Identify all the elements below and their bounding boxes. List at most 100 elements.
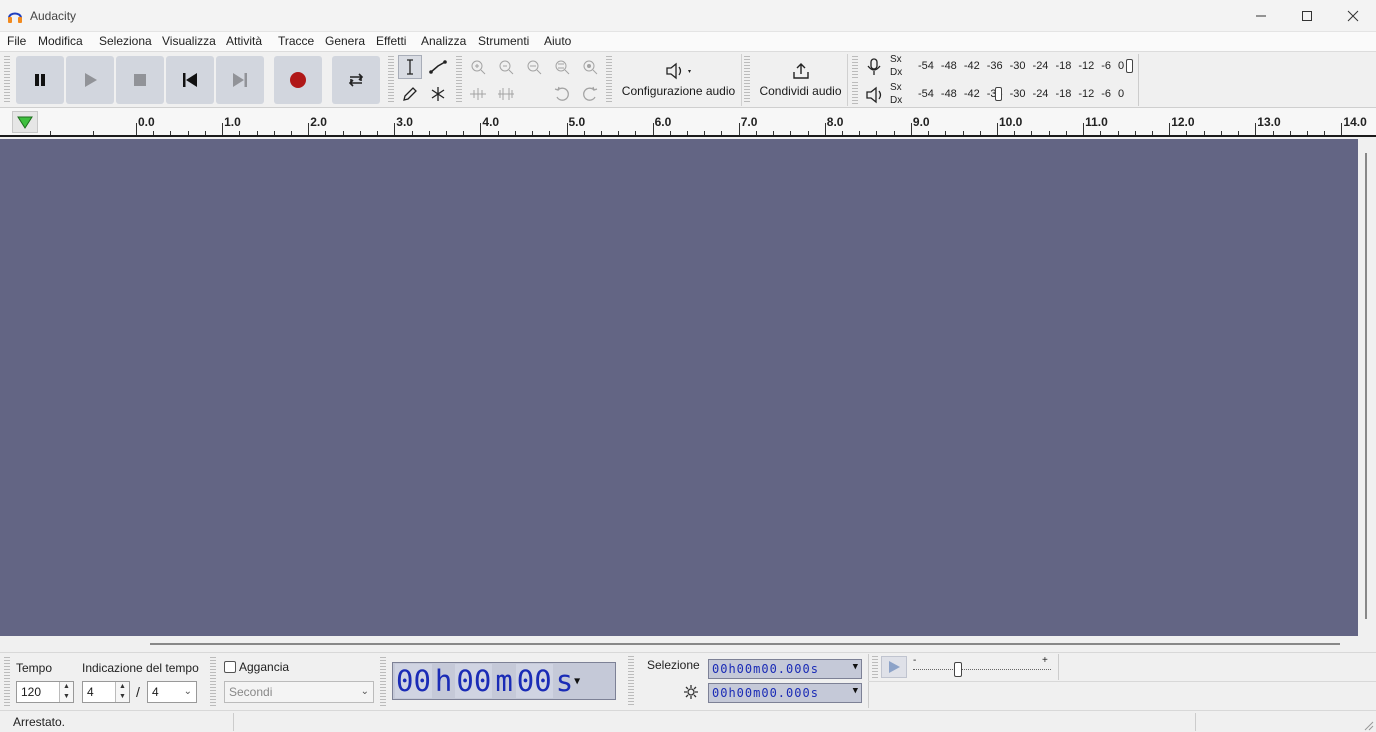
time-sig-upper-input[interactable]: 4 ▲ ▼ [82, 681, 130, 703]
loop-button[interactable] [332, 56, 380, 104]
draw-tool[interactable] [398, 82, 422, 106]
play-button[interactable] [66, 56, 114, 104]
time-format-dropdown-icon[interactable]: ▼ [574, 676, 580, 687]
record-button[interactable] [274, 56, 322, 104]
pause-button[interactable] [16, 56, 64, 104]
toolbar-grip[interactable] [210, 657, 216, 707]
toolbar-grip[interactable] [456, 56, 462, 104]
playback-meter-scale[interactable]: -54 -48 -42 -36 -30 -24 -18 -12 -6 0 [918, 88, 1131, 102]
menu-genera[interactable]: Genera [325, 34, 365, 48]
fit-selection-button[interactable] [522, 55, 546, 79]
fit-project-button[interactable] [550, 55, 574, 79]
speaker-icon[interactable] [865, 86, 885, 104]
track-area[interactable] [0, 139, 1358, 636]
toolbar-grip[interactable] [852, 82, 858, 104]
skip-to-end-button[interactable] [216, 56, 264, 104]
toolbar-grip[interactable] [4, 56, 10, 104]
snap-unit-select[interactable]: Secondi ⌄ [224, 681, 374, 703]
selection-start-time[interactable]: 00h00m00.000s ▼ [708, 659, 862, 679]
time-format-dropdown-icon[interactable]: ▼ [853, 686, 859, 696]
zoom-toggle-button[interactable] [578, 55, 602, 79]
tempo-input[interactable]: 120 ▲ ▼ [16, 681, 74, 703]
ruler-minor-tick [721, 131, 723, 135]
record-meter-scale[interactable]: -54 -48 -42 -36 -30 -24 -18 -12 -6 0 [918, 60, 1131, 74]
record-level-slider[interactable] [1126, 59, 1133, 73]
toolbar-grip[interactable] [628, 656, 634, 706]
timeline-options-button[interactable] [12, 111, 38, 133]
ruler-minor-tick [807, 131, 809, 135]
ruler-minor-tick [704, 131, 706, 135]
horizontal-scrollbar[interactable] [0, 636, 1376, 652]
stop-button[interactable] [116, 56, 164, 104]
time-format-dropdown-icon[interactable]: ▼ [853, 662, 859, 672]
audio-setup-button[interactable]: Configurazione audio [616, 54, 742, 106]
maximize-button[interactable] [1284, 0, 1330, 32]
zoom-toggle-icon [583, 60, 598, 75]
menu-modifica[interactable]: Modifica [38, 34, 83, 48]
snap-unit-value: Secondi [229, 685, 273, 699]
audio-position-display[interactable]: 00 h 00 m 00 s ▼ [392, 662, 616, 700]
zoom-fit-icon [555, 60, 570, 75]
zoom-in-button[interactable] [466, 55, 490, 79]
minimize-button[interactable] [1238, 0, 1284, 32]
snap-label[interactable]: Aggancia [239, 660, 289, 674]
meter-tick: -24 [1032, 88, 1049, 100]
gear-icon[interactable] [683, 684, 699, 700]
menu-seleziona[interactable]: Seleziona [99, 34, 152, 48]
meter-tick: -54 [918, 60, 934, 72]
speed-slider-track[interactable] [913, 669, 1051, 670]
menu-tracce[interactable]: Tracce [278, 34, 314, 48]
share-audio-button[interactable]: Condividi audio [754, 54, 848, 106]
toolbar-grip[interactable] [4, 657, 10, 707]
close-button[interactable] [1330, 0, 1376, 32]
ruler-minor-tick [687, 131, 689, 135]
menu-strumenti[interactable]: Strumenti [478, 34, 529, 48]
microphone-icon[interactable] [866, 58, 882, 76]
ruler-minor-tick [290, 131, 292, 135]
menu-file[interactable]: File [7, 34, 26, 48]
ruler-tick-label: 7.0 [740, 115, 758, 129]
ruler-tick-label: 12.0 [1171, 115, 1195, 129]
meter-tick: -24 [1032, 60, 1049, 72]
selection-end-time[interactable]: 00h00m00.000s ▼ [708, 683, 862, 703]
menu-analizza[interactable]: Analizza [421, 34, 466, 48]
skip-to-start-button[interactable] [166, 56, 214, 104]
menu-aiuto[interactable]: Aiuto [544, 34, 571, 48]
speed-slider-handle[interactable] [954, 662, 962, 677]
toolbar-grip[interactable] [388, 56, 394, 104]
vertical-scrollbar[interactable] [1358, 139, 1376, 636]
toolbar-grip[interactable] [606, 56, 612, 104]
ruler-major-tick [824, 123, 826, 135]
menu-attivita[interactable]: Attività [226, 34, 262, 48]
zoom-out-button[interactable] [494, 55, 518, 79]
ruler-major-tick [480, 123, 482, 135]
time-sig-stepper[interactable]: ▲ ▼ [115, 682, 129, 702]
menu-visualizza[interactable]: Visualizza [162, 34, 216, 48]
timeline-ruler[interactable]: 0.0 1.0 2.0 3.0 4.0 5.0 6.0 7.0 8.0 9.0 10.0 11.0 12… [0, 108, 1376, 137]
menu-effetti[interactable]: Effetti [376, 34, 406, 48]
envelope-tool[interactable] [426, 55, 450, 79]
playback-level-slider[interactable] [995, 87, 1002, 101]
scroll-thumb[interactable] [150, 643, 1340, 645]
ruler-tick-label: 14.0 [1343, 115, 1367, 129]
ruler-minor-tick [273, 131, 275, 135]
toolbar-grip[interactable] [852, 56, 858, 78]
selection-tool[interactable] [398, 55, 422, 79]
trim-button[interactable] [466, 82, 490, 106]
time-sig-lower-select[interactable]: 4 ⌄ [147, 681, 197, 703]
ruler-tick-label: 6.0 [654, 115, 672, 129]
toolbar-grip[interactable] [872, 656, 878, 678]
resize-grip-icon[interactable] [1362, 719, 1374, 731]
hours-unit: h [434, 664, 453, 698]
silence-button[interactable] [494, 82, 518, 106]
ruler-minor-tick [170, 131, 172, 135]
toolbar-grip[interactable] [744, 56, 750, 104]
scroll-thumb[interactable] [1365, 153, 1367, 619]
undo-button[interactable] [550, 82, 574, 106]
play-at-speed-button[interactable] [881, 656, 907, 678]
tempo-stepper[interactable]: ▲ ▼ [59, 682, 73, 702]
snap-checkbox[interactable] [224, 661, 236, 673]
multi-tool[interactable] [426, 82, 450, 106]
redo-button[interactable] [578, 82, 602, 106]
toolbar-grip[interactable] [380, 657, 386, 707]
